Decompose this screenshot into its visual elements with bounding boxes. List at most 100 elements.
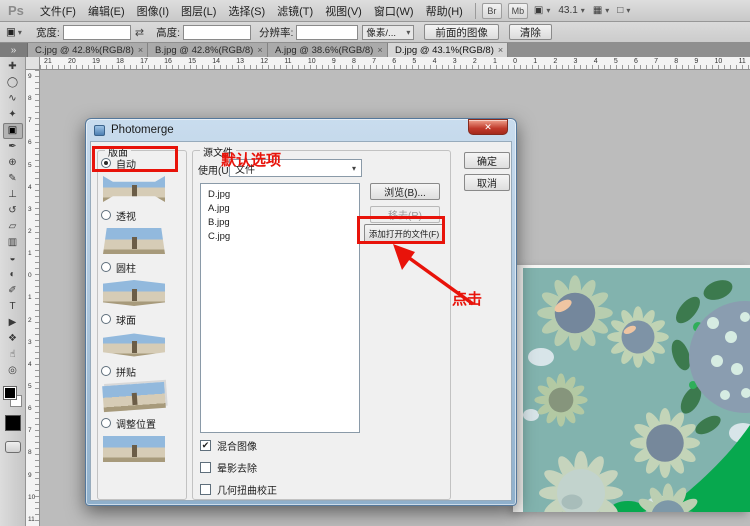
width-input[interactable] (63, 25, 131, 40)
crop-tool[interactable]: ▣ (3, 123, 23, 139)
move-tool[interactable]: ✚ (3, 59, 23, 75)
vertical-ruler: 98765432101234567891011 (26, 70, 40, 526)
layout-option[interactable]: 圆柱 (101, 260, 167, 309)
dialog-close-button[interactable]: ✕ (468, 119, 508, 135)
zoom-level-dropdown[interactable]: 43.1 ▾ (558, 5, 584, 16)
menu-item[interactable]: 视图(V) (319, 3, 368, 19)
tab-close-icon[interactable]: × (498, 45, 503, 55)
height-input[interactable] (183, 25, 251, 40)
dialog-icon (94, 125, 105, 136)
bridge-icon[interactable]: Br (482, 3, 502, 19)
layout-option[interactable]: 拼贴 (101, 364, 167, 413)
layout-option[interactable]: 调整位置 (101, 416, 167, 465)
tab-close-icon[interactable]: × (377, 45, 382, 55)
brush-tool[interactable]: ✎ (3, 171, 23, 187)
document-tab[interactable]: A.jpg @ 38.6%(RGB/8) × (268, 43, 388, 57)
document-tab[interactable]: B.jpg @ 42.8%(RGB/8) × (148, 43, 268, 57)
screen-mode-dropdown[interactable]: □ ▾ (617, 5, 630, 16)
crop-tool-preset[interactable]: ▣ ▾ (0, 26, 28, 38)
checkbox-icon: ✔ (200, 462, 211, 473)
add-files-highlight-box (357, 216, 445, 244)
swap-dimensions-icon[interactable]: ⇄ (135, 26, 144, 39)
dialog-checkbox[interactable]: ✔ 几何扭曲校正 (200, 482, 277, 496)
document-tab[interactable]: C.jpg @ 42.8%(RGB/8) × (28, 43, 148, 57)
dialog-checkbox[interactable]: ✔ 晕影去除 (200, 460, 277, 474)
menu-item[interactable]: 编辑(E) (82, 3, 131, 19)
arrange-documents-icon: ▦ (593, 5, 602, 16)
tab-close-icon[interactable]: × (138, 45, 143, 55)
marquee-tool[interactable]: ◯ (3, 75, 23, 91)
click-annotation: 点击 (452, 288, 482, 309)
file-list-item[interactable]: B.jpg (208, 216, 352, 230)
dodge-tool[interactable]: ◐ (3, 267, 23, 283)
view-extras-dropdown[interactable]: ▣ ▾ (534, 5, 550, 16)
layout-option[interactable]: 球面 (101, 312, 167, 361)
panorama-preview-icon (103, 280, 165, 306)
zoom-tool[interactable]: ◎ (3, 363, 23, 379)
blur-tool[interactable]: ◒ (3, 251, 23, 267)
path-selection-tool[interactable]: ▶ (3, 315, 23, 331)
crop-tool-icon: ▣ (6, 26, 16, 38)
browse-button[interactable]: 浏览(B)... (370, 183, 440, 200)
quick-mask-icon[interactable] (5, 441, 21, 453)
menu-item[interactable]: 图像(I) (131, 3, 175, 19)
photoshop-window: Ps 文件(F)编辑(E)图像(I)图层(L)选择(S)滤镜(T)视图(V)窗口… (0, 0, 750, 526)
panel-chevrons-icon[interactable]: » (0, 43, 28, 57)
window-icon: ▣ (534, 5, 543, 16)
foreground-color-swatch[interactable] (4, 387, 16, 399)
foreground-color-large[interactable] (5, 415, 21, 431)
screen-mode-icon: □ (617, 5, 623, 16)
resolution-input[interactable] (296, 25, 358, 40)
pen-tool[interactable]: ✐ (3, 283, 23, 299)
front-image-button[interactable]: 前面的图像 (424, 24, 499, 40)
file-list-item[interactable]: C.jpg (208, 230, 352, 244)
history-brush-tool[interactable]: ↺ (3, 203, 23, 219)
gradient-tool[interactable]: ▥ (3, 235, 23, 251)
color-swatches[interactable] (4, 387, 22, 407)
menu-item[interactable]: 滤镜(T) (271, 3, 319, 19)
document-canvas-image (513, 265, 750, 512)
eyedropper-tool[interactable]: ✒ (3, 139, 23, 155)
chevron-down-icon: ▾ (18, 28, 22, 37)
menu-item[interactable]: 图层(L) (175, 3, 222, 19)
dialog-title-bar[interactable]: Photomerge (86, 119, 516, 141)
mini-bridge-icon[interactable]: Mb (508, 3, 528, 19)
tab-close-icon[interactable]: × (257, 45, 262, 55)
hand-tool[interactable]: ☝ (3, 347, 23, 363)
menu-item[interactable]: 帮助(H) (420, 3, 469, 19)
clear-button[interactable]: 清除 (509, 24, 552, 40)
radio-icon (101, 210, 111, 220)
ok-button[interactable]: 确定 (464, 152, 510, 169)
dialog-checkbox[interactable]: ✔ 混合图像 (200, 438, 277, 452)
clone-stamp-tool[interactable]: ⊥ (3, 187, 23, 203)
eraser-tool[interactable]: ▱ (3, 219, 23, 235)
healing-brush-tool[interactable]: ⊕ (3, 155, 23, 171)
menu-item[interactable]: 选择(S) (222, 3, 271, 19)
cancel-button[interactable]: 取消 (464, 174, 510, 191)
tool-options-bar: ▣ ▾ 宽度: ⇄ 高度: 分辨率: 像素/... ▾ 前面的图像 清除 (0, 22, 750, 43)
source-file-list[interactable]: D.jpgA.jpgB.jpgC.jpg (200, 183, 360, 433)
custom-shape-tool[interactable]: ❖ (3, 331, 23, 347)
file-list-item[interactable]: D.jpg (208, 188, 352, 202)
resolution-unit-select[interactable]: 像素/... ▾ (362, 25, 414, 40)
menu-item[interactable]: 窗口(W) (368, 3, 420, 19)
file-list-item[interactable]: A.jpg (208, 202, 352, 216)
document-tab[interactable]: D.jpg @ 43.1%(RGB/8) × (388, 43, 508, 57)
panorama-preview-icon (103, 436, 165, 462)
radio-icon (101, 418, 111, 428)
ps-logo: Ps (0, 3, 34, 18)
resolution-unit-value: 像素/... (366, 25, 396, 39)
layout-option[interactable]: 透视 (101, 208, 167, 257)
default-option-highlight-box (92, 146, 178, 172)
quick-selection-tool[interactable]: ✦ (3, 107, 23, 123)
zoom-level-value: 43.1 (558, 5, 577, 16)
divider (475, 3, 476, 19)
ruler-corner (26, 57, 40, 70)
type-tool[interactable]: T (3, 299, 23, 315)
photomerge-dialog: Photomerge ✕ 版面 自动 (85, 118, 517, 506)
layout-thumbnail (101, 433, 167, 465)
menu-item[interactable]: 文件(F) (34, 3, 82, 19)
lasso-tool[interactable]: ∿ (3, 91, 23, 107)
arrange-documents-dropdown[interactable]: ▦ ▾ (593, 5, 609, 16)
chevron-down-icon: ▾ (581, 6, 585, 15)
